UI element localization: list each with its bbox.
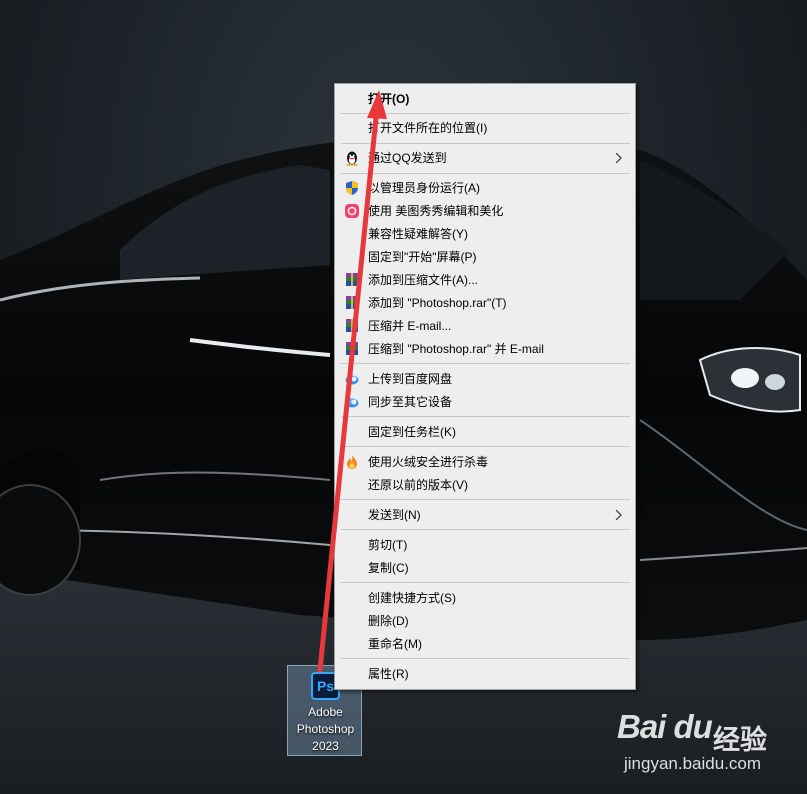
menu-item-add-to-photoshop-rar[interactable]: 添加到 "Photoshop.rar"(T) xyxy=(335,292,635,314)
menu-item-properties[interactable]: 属性(R) xyxy=(335,663,635,685)
menu-item-cut[interactable]: 剪切(T) xyxy=(335,534,635,556)
menu-item-send-to[interactable]: 发送到(N) xyxy=(335,504,635,526)
menu-separator xyxy=(341,173,630,174)
menu-item-upload-baidu-netdisk[interactable]: 上传到百度网盘 xyxy=(335,368,635,390)
menu-item-restore-previous-versions[interactable]: 还原以前的版本(V) xyxy=(335,474,635,496)
menu-item-label: 添加到 "Photoshop.rar"(T) xyxy=(368,296,507,310)
context-menu: 打开(O) 打开文件所在的位置(I) 通过QQ发送到 以管理员身份运行(A) 使… xyxy=(334,83,636,690)
menu-item-send-via-qq[interactable]: 通过QQ发送到 xyxy=(335,147,635,169)
menu-item-compress-and-email[interactable]: 压缩并 E-mail... xyxy=(335,315,635,337)
menu-item-label: 通过QQ发送到 xyxy=(368,151,447,165)
baidu-logo: Bai du xyxy=(617,708,713,745)
menu-item-label: 上传到百度网盘 xyxy=(368,372,453,386)
winrar-icon xyxy=(346,342,358,355)
menu-item-label: 剪切(T) xyxy=(368,538,408,552)
menu-item-label: 同步至其它设备 xyxy=(368,395,453,409)
jingyan-text: 经验 xyxy=(713,725,767,755)
menu-item-label: 属性(R) xyxy=(368,667,409,681)
menu-item-open[interactable]: 打开(O) xyxy=(335,88,635,110)
chevron-right-icon xyxy=(615,510,622,520)
menu-item-label: 重命名(M) xyxy=(368,637,422,651)
winrar-icon xyxy=(346,319,358,332)
baidu-jingyan-watermark: Bai du 经验 jingyan.baidu.com xyxy=(617,708,807,788)
menu-separator xyxy=(341,529,630,530)
menu-separator xyxy=(341,582,630,583)
menu-separator xyxy=(341,499,630,500)
winrar-icon xyxy=(346,296,358,309)
menu-item-create-shortcut[interactable]: 创建快捷方式(S) xyxy=(335,587,635,609)
desktop-icon-label: Adobe Photoshop 2023 xyxy=(296,705,355,753)
menu-separator xyxy=(341,446,630,447)
menu-item-pin-to-start[interactable]: 固定到"开始"屏幕(P) xyxy=(335,246,635,268)
menu-item-label: 还原以前的版本(V) xyxy=(368,478,468,492)
menu-item-label: 删除(D) xyxy=(368,614,409,628)
winrar-icon xyxy=(346,273,358,286)
menu-item-meitu[interactable]: 使用 美图秀秀编辑和美化 xyxy=(335,200,635,222)
menu-item-label: 固定到任务栏(K) xyxy=(368,425,456,439)
menu-separator xyxy=(341,658,630,659)
menu-separator xyxy=(341,416,630,417)
menu-item-label: 压缩并 E-mail... xyxy=(368,319,452,333)
menu-item-label: 使用火绒安全进行杀毒 xyxy=(368,455,489,469)
baidu-netdisk-icon xyxy=(345,398,359,408)
menu-item-label: 压缩到 "Photoshop.rar" 并 E-mail xyxy=(368,342,544,356)
qq-penguin-icon xyxy=(346,151,358,166)
menu-item-label: 打开文件所在的位置(I) xyxy=(368,121,488,135)
watermark-url: jingyan.baidu.com xyxy=(624,754,762,773)
menu-item-rename[interactable]: 重命名(M) xyxy=(335,633,635,655)
menu-item-label: 打开(O) xyxy=(368,92,410,106)
menu-item-label: 添加到压缩文件(A)... xyxy=(368,273,478,287)
huorong-icon xyxy=(347,455,357,469)
menu-item-compress-to-rar-and-email[interactable]: 压缩到 "Photoshop.rar" 并 E-mail xyxy=(335,338,635,360)
menu-separator xyxy=(341,143,630,144)
menu-item-huorong-scan[interactable]: 使用火绒安全进行杀毒 xyxy=(335,451,635,473)
menu-item-sync-devices[interactable]: 同步至其它设备 xyxy=(335,391,635,413)
menu-item-pin-to-taskbar[interactable]: 固定到任务栏(K) xyxy=(335,421,635,443)
menu-item-label: 兼容性疑难解答(Y) xyxy=(368,227,468,241)
menu-item-copy[interactable]: 复制(C) xyxy=(335,557,635,579)
chevron-right-icon xyxy=(615,153,622,163)
menu-item-add-to-archive[interactable]: 添加到压缩文件(A)... xyxy=(335,269,635,291)
menu-separator xyxy=(341,363,630,364)
menu-item-label: 发送到(N) xyxy=(368,508,421,522)
menu-item-label: 使用 美图秀秀编辑和美化 xyxy=(368,204,504,218)
menu-item-open-file-location[interactable]: 打开文件所在的位置(I) xyxy=(335,117,635,139)
menu-item-label: 以管理员身份运行(A) xyxy=(368,181,480,195)
uac-shield-icon xyxy=(346,181,358,195)
menu-item-compatibility[interactable]: 兼容性疑难解答(Y) xyxy=(335,223,635,245)
menu-item-delete[interactable]: 删除(D) xyxy=(335,610,635,632)
baidu-netdisk-icon xyxy=(345,375,359,385)
menu-item-run-as-admin[interactable]: 以管理员身份运行(A) xyxy=(335,177,635,199)
menu-item-label: 复制(C) xyxy=(368,561,409,575)
menu-item-label: 固定到"开始"屏幕(P) xyxy=(368,250,477,264)
menu-item-label: 创建快捷方式(S) xyxy=(368,591,456,605)
meitu-icon xyxy=(345,204,359,218)
menu-separator xyxy=(341,113,630,114)
